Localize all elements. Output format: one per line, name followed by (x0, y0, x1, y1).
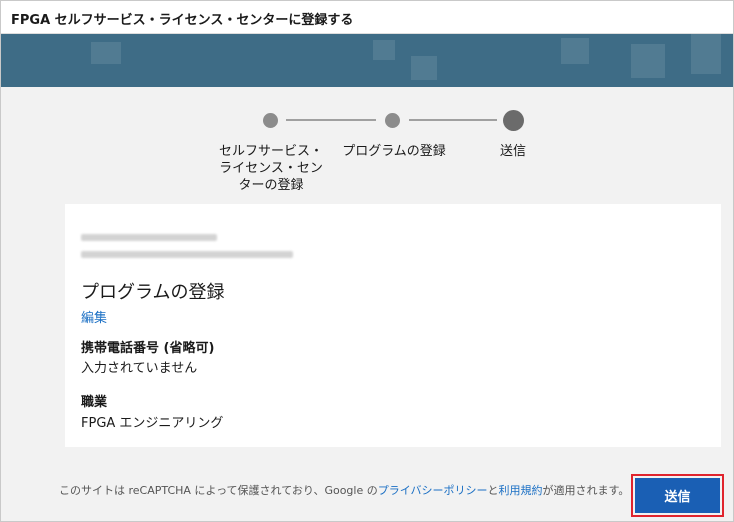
step-connector (409, 119, 497, 121)
step-1-indicator (263, 113, 278, 128)
edit-link[interactable]: 編集 (81, 307, 107, 326)
submit-highlight: 送信 (631, 474, 724, 517)
recaptcha-notice: このサイトは reCAPTCHA によって保護されており、Google のプライ… (59, 484, 630, 497)
mobile-phone-label: 携帯電話番号 (省略可) (81, 341, 215, 356)
step-2-indicator (385, 113, 400, 128)
account-info-blurred (81, 234, 217, 241)
progress-stepper: セルフサービス・ ライセンス・セン ターの登録 プログラムの登録 送信 (1, 87, 733, 199)
step-connector (286, 119, 376, 121)
occupation-label: 職業 (81, 395, 108, 410)
summary-card: プログラムの登録 編集 携帯電話番号 (省略可) 入力されていません 職業 FP… (65, 204, 721, 447)
step-3-indicator (503, 110, 524, 131)
title-bar: FPGA セルフサービス・ライセンス・センターに登録する (1, 1, 733, 34)
step-1-label: セルフサービス・ ライセンス・セン ターの登録 (218, 144, 323, 193)
mobile-phone-value: 入力されていません (81, 361, 198, 376)
section-title: プログラムの登録 (81, 282, 225, 303)
submit-button[interactable]: 送信 (635, 478, 720, 513)
registration-dialog: FPGA セルフサービス・ライセンス・センターに登録する セルフサービス・ ライ… (0, 0, 734, 522)
account-email-blurred (81, 251, 293, 258)
step-2-label: プログラムの登録 (342, 144, 446, 159)
header-banner (1, 34, 733, 87)
privacy-policy-link[interactable]: プライバシーポリシー (378, 484, 488, 497)
terms-link[interactable]: 利用規約 (499, 484, 543, 497)
dialog-title: FPGA セルフサービス・ライセンス・センターに登録する (11, 13, 354, 28)
step-3-label: 送信 (499, 144, 526, 159)
occupation-value: FPGA エンジニアリング (81, 416, 224, 431)
